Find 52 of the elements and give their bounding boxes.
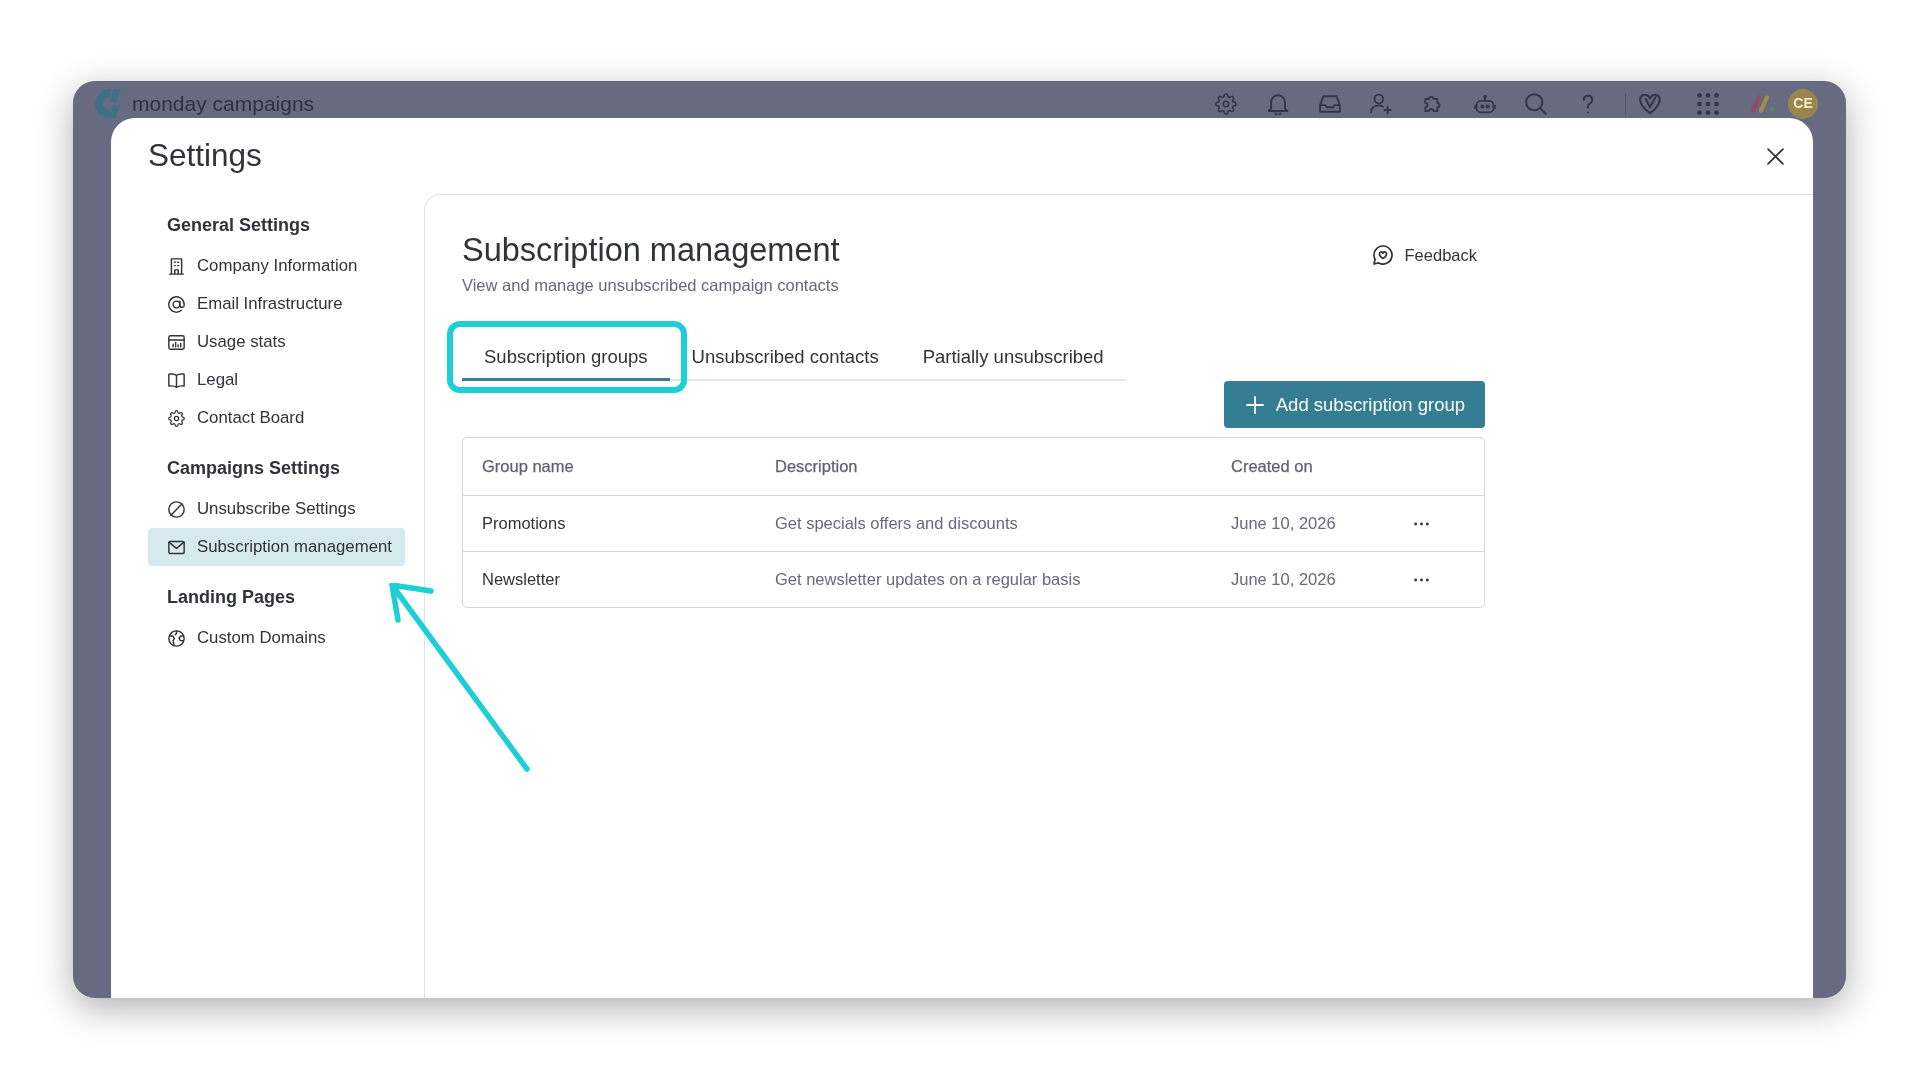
- sidebar-heading: General Settings: [166, 214, 312, 237]
- building-icon: [168, 257, 185, 275]
- table-cell-text: June 10, 2026: [1230, 570, 1336, 588]
- table-cell-text: Get newsletter updates on a regular basis: [774, 570, 1081, 588]
- speech-heart-icon: [1372, 245, 1393, 266]
- sidebar-item[interactable]: Unsubscribe Settings: [148, 490, 405, 528]
- globe-icon: [168, 629, 185, 647]
- add-group-button[interactable]: Add subscription group: [1223, 381, 1485, 428]
- dialog-title: Settings: [148, 136, 262, 175]
- sidebar-item[interactable]: Legal: [148, 361, 405, 399]
- blocked-icon: [168, 500, 185, 518]
- bell-icon[interactable]: [1266, 92, 1289, 115]
- sidebar-item[interactable]: Email Infrastructure: [148, 285, 405, 323]
- sidebar-item[interactable]: Subscription management: [148, 528, 405, 566]
- sidebar-item[interactable]: Usage stats: [148, 323, 405, 361]
- page-subtitle: View and manage unsubscribed campaign contacts: [462, 275, 840, 295]
- page-title: Subscription management: [462, 231, 840, 270]
- gear-icon: [168, 409, 185, 427]
- more-icon[interactable]: [1414, 521, 1429, 526]
- sidebar-item[interactable]: Custom Domains: [148, 619, 405, 657]
- tab[interactable]: Partially unsubscribed: [900, 335, 1126, 381]
- person-plus-icon[interactable]: [1370, 92, 1393, 115]
- tray-icon[interactable]: [1318, 92, 1341, 115]
- logo-icon: [95, 89, 121, 118]
- more-icon[interactable]: [1414, 577, 1429, 582]
- table-cell-text: Newsletter: [481, 570, 560, 588]
- heart-icon[interactable]: [1639, 92, 1661, 115]
- feedback-button[interactable]: Feedback: [1364, 239, 1485, 272]
- sidebar-heading: Landing Pages: [166, 586, 297, 609]
- question-icon[interactable]: [1582, 92, 1594, 115]
- dot-grid-icon[interactable]: [1697, 92, 1719, 115]
- sidebar-item[interactable]: Company Information: [148, 247, 405, 285]
- book-icon: [168, 371, 185, 389]
- sidebar-heading: Campaigns Settings: [166, 457, 342, 480]
- column-header: Created on: [1230, 456, 1314, 478]
- sidebar-item[interactable]: Contact Board: [148, 399, 405, 437]
- at-sign-icon: [168, 295, 185, 313]
- table-cell-text: Promotions: [481, 514, 566, 532]
- stripes-logo-icon: [1750, 94, 1776, 113]
- table-cell-text: Get specials offers and discounts: [774, 514, 1018, 532]
- table-cell-text: June 10, 2026: [1230, 514, 1336, 532]
- robot-icon[interactable]: [1473, 92, 1496, 115]
- gear-icon[interactable]: [1215, 92, 1238, 115]
- search-icon[interactable]: [1525, 92, 1548, 115]
- column-header: Group name: [481, 456, 575, 478]
- column-header: Description: [774, 456, 859, 478]
- chart-icon: [168, 333, 185, 351]
- brand-name: monday campaigns: [132, 91, 315, 116]
- envelope-icon: [168, 538, 185, 556]
- close-icon: [1766, 147, 1784, 165]
- plus-icon: [1245, 395, 1264, 414]
- tab[interactable]: Unsubscribed contacts: [669, 335, 901, 381]
